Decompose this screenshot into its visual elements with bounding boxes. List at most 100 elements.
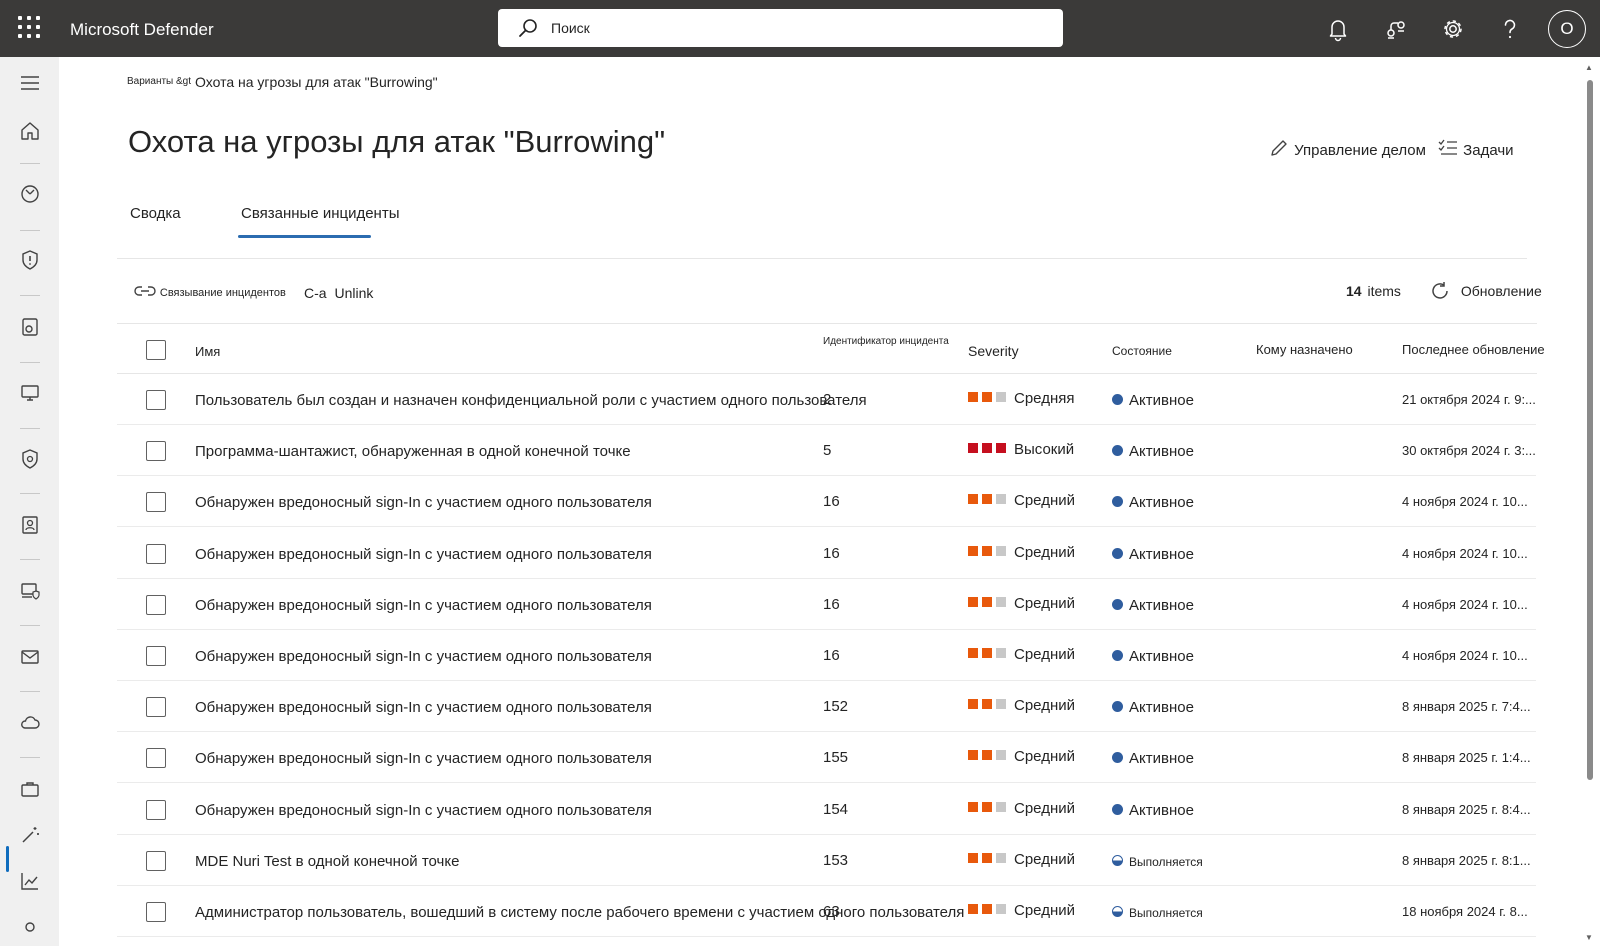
column-header-severity[interactable]: Severity: [968, 343, 1019, 359]
row-checkbox[interactable]: [146, 850, 166, 871]
row-checkbox[interactable]: [146, 902, 166, 922]
row-checkbox[interactable]: [146, 492, 166, 513]
incidents-icon[interactable]: [18, 182, 42, 206]
table-row[interactable]: Обнаружен вредоносный sign-In с участием…: [0, 681, 1600, 733]
bell-icon[interactable]: [1323, 14, 1353, 44]
page-title: Охота на угрозы для атак "Burrowing": [128, 124, 666, 159]
last-update-date: 4 ноября 2024 г. 10...: [1402, 494, 1528, 510]
status-badge: Активное: [1112, 597, 1194, 614]
link-incidents-button[interactable]: Связывание инцидентов: [134, 283, 286, 299]
column-header-assigned[interactable]: Кому назначено: [1256, 342, 1353, 357]
manage-case-button[interactable]: Управление делом: [1268, 137, 1426, 159]
incident-name[interactable]: Обнаружен вредоносный sign-In с участием…: [195, 597, 652, 614]
share-icon[interactable]: [1381, 14, 1411, 44]
row-checkbox[interactable]: [146, 748, 166, 769]
severity-square: [968, 801, 978, 812]
table-row[interactable]: MDE Nuri Test в одной конечной точке 153…: [0, 835, 1600, 886]
severity-label: Средний: [1014, 902, 1075, 919]
last-update-date: 4 ноября 2024 г. 10...: [1402, 545, 1528, 561]
incident-name[interactable]: Обнаружен вредоносный sign-In с участием…: [195, 802, 652, 819]
table-row[interactable]: Обнаружен вредоносный sign-In с участием…: [0, 630, 1600, 681]
severity-label: Средний: [1014, 748, 1075, 766]
task-list-icon: [1438, 139, 1457, 155]
incident-name[interactable]: Программа-шантажист, обнаруженная в одно…: [195, 443, 631, 460]
incident-id: 154: [823, 800, 849, 818]
severity-square: [996, 648, 1006, 658]
status-active-dot-icon: [1112, 496, 1123, 508]
unlink-button[interactable]: C-a Unlink: [304, 285, 373, 301]
top-bar: Microsoft Defender Поиск O: [0, 0, 1600, 57]
app-title[interactable]: Microsoft Defender: [70, 20, 214, 40]
hamburger-menu-icon[interactable]: [18, 71, 42, 95]
avatar[interactable]: O: [1548, 10, 1586, 48]
app-launcher-icon[interactable]: [18, 16, 40, 38]
table-row[interactable]: Обнаружен вредоносный sign-In с участием…: [0, 784, 1600, 835]
incident-id: 16: [823, 647, 840, 664]
status-label: Активное: [1129, 596, 1194, 614]
column-header-last-update[interactable]: Последнее обновление: [1402, 342, 1545, 357]
severity-square: [996, 699, 1006, 710]
table-row[interactable]: Обнаружен вредоносный sign-In с участием…: [0, 528, 1600, 579]
severity-indicator: Средний: [968, 544, 1075, 561]
column-header-name[interactable]: Имя: [195, 344, 220, 359]
last-update-date: 8 января 2025 г. 1:4...: [1402, 750, 1531, 766]
tasks-button[interactable]: Задачи: [1437, 137, 1514, 159]
breadcrumb-current: Охота на угрозы для атак "Burrowing": [195, 74, 438, 90]
incident-name[interactable]: Обнаружен вредоносный sign-In с участием…: [195, 546, 652, 563]
gear-icon[interactable]: [1438, 14, 1468, 44]
home-icon[interactable]: [18, 119, 42, 143]
column-header-incident-id[interactable]: Идентификатор инцидента: [823, 336, 949, 347]
incident-name[interactable]: Обнаружен вредоносный sign-In с участием…: [195, 699, 652, 716]
unlink-prefix: C-a: [304, 285, 327, 301]
incident-name[interactable]: Обнаружен вредоносный sign-In с участием…: [195, 494, 652, 511]
status-active-dot-icon: [1112, 394, 1123, 405]
severity-label: Средний: [1014, 697, 1075, 715]
row-checkbox[interactable]: [146, 543, 166, 564]
row-checkbox[interactable]: [146, 799, 166, 820]
row-checkbox[interactable]: [146, 646, 166, 666]
search-input[interactable]: Поиск: [498, 9, 1063, 47]
status-active-dot-icon: [1112, 752, 1123, 764]
severity-square: [996, 852, 1006, 863]
select-all-checkbox[interactable]: [146, 340, 166, 360]
severity-indicator: Средний: [968, 748, 1075, 765]
shield-icon[interactable]: [18, 248, 42, 272]
help-icon[interactable]: [1495, 14, 1525, 44]
incident-name[interactable]: Обнаружен вредоносный sign-In с участием…: [195, 750, 652, 767]
incident-id: 155: [823, 749, 849, 767]
status-label: Активное: [1129, 801, 1194, 819]
table-row[interactable]: Обнаружен вредоносный sign-In с участием…: [0, 579, 1600, 630]
status-badge: Активное: [1112, 802, 1194, 819]
status-badge: Выполняется: [1112, 853, 1203, 870]
breadcrumb-parent[interactable]: Варианты &gt: [127, 76, 191, 87]
incident-name[interactable]: MDE Nuri Test в одной конечной точке: [195, 853, 459, 870]
row-checkbox[interactable]: [146, 441, 166, 462]
table-row[interactable]: Программа-шантажист, обнаруженная в одно…: [0, 425, 1600, 477]
incident-id: 16: [823, 544, 840, 562]
table-row[interactable]: Администратор пользователь, вошедший в с…: [0, 886, 1600, 937]
row-checkbox[interactable]: [146, 697, 166, 718]
tab-related-incidents[interactable]: Связанные инциденты: [241, 205, 400, 222]
table-row[interactable]: Обнаружен вредоносный sign-In с участием…: [0, 732, 1600, 784]
table-row[interactable]: Обнаружен вредоносный sign-In с участием…: [0, 476, 1600, 528]
severity-label: Средний: [1014, 799, 1075, 817]
row-checkbox[interactable]: [146, 390, 166, 410]
table-header: Имя Идентификатор инцидента Severity Сос…: [0, 334, 1600, 364]
incident-name[interactable]: Пользователь был создан и назначен конфи…: [195, 392, 867, 409]
severity-square: [968, 750, 978, 761]
severity-square: [996, 750, 1006, 761]
incident-id: 16: [823, 493, 840, 511]
tab-summary[interactable]: Сводка: [130, 205, 181, 222]
column-header-status[interactable]: Состояние: [1112, 344, 1172, 358]
severity-label: Средний: [1014, 646, 1075, 663]
active-tab-indicator: [238, 235, 371, 238]
refresh-button[interactable]: Обновление: [1429, 280, 1542, 302]
table-row[interactable]: Пользователь был создан и назначен конфи…: [0, 374, 1600, 425]
pencil-icon: [1271, 140, 1287, 156]
incident-name[interactable]: Обнаружен вредоносный sign-In с участием…: [195, 648, 652, 665]
severity-indicator: Средний: [968, 902, 1075, 919]
severity-label: Средний: [1014, 543, 1075, 561]
row-checkbox[interactable]: [146, 594, 166, 615]
incident-name[interactable]: Администратор пользователь, вошедший в с…: [195, 904, 964, 921]
scroll-up-arrow-icon[interactable]: ▲: [1584, 64, 1594, 72]
